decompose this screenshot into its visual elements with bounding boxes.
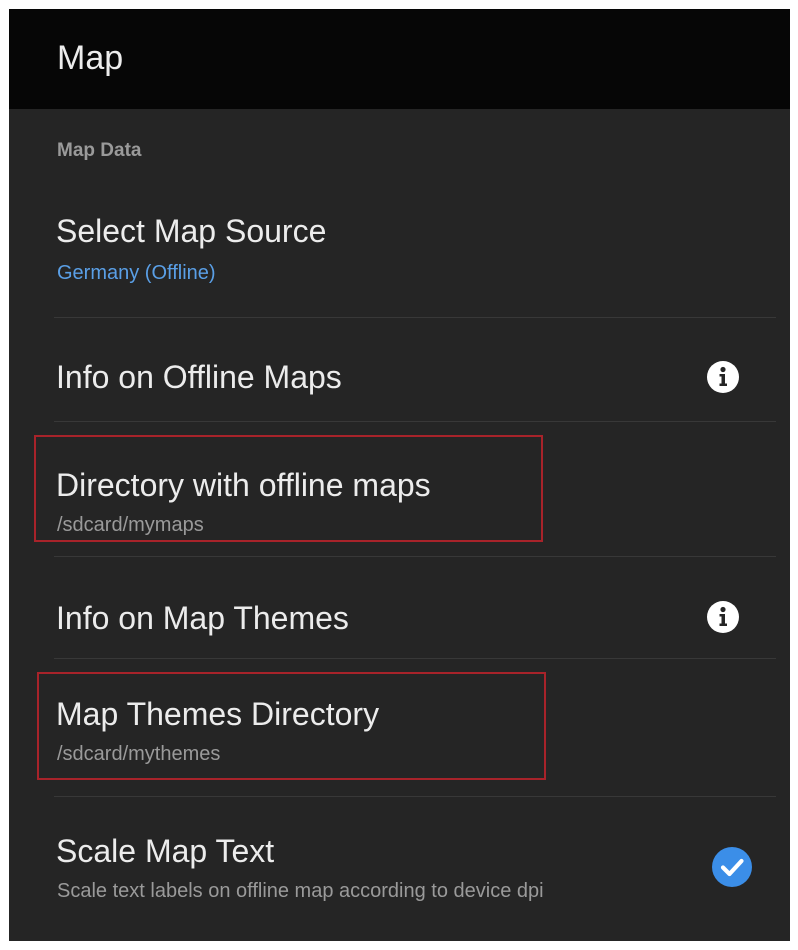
settings-screen: Map Map Data Select Map Source Germany (…: [9, 9, 790, 941]
preference-summary: Scale text labels on offline map accordi…: [57, 880, 544, 902]
select-map-source-preference[interactable]: Select Map Source Germany (Offline): [9, 199, 790, 317]
preference-title: Directory with offline maps: [56, 467, 431, 503]
scale-map-text-preference[interactable]: Scale Map Text Scale text labels on offl…: [9, 797, 790, 941]
preference-title: Select Map Source: [56, 213, 327, 249]
page-title: Map: [57, 39, 124, 77]
offline-maps-directory-preference[interactable]: Directory with offline maps /sdcard/myma…: [9, 422, 790, 556]
map-themes-directory-preference[interactable]: Map Themes Directory /sdcard/mythemes: [9, 659, 790, 796]
check-circle-icon[interactable]: [712, 847, 752, 887]
section-header: Map Data: [57, 140, 142, 161]
info-map-themes-preference[interactable]: Info on Map Themes: [9, 557, 790, 658]
info-offline-maps-preference[interactable]: Info on Offline Maps: [9, 318, 790, 421]
info-icon[interactable]: [707, 601, 739, 633]
preference-title: Scale Map Text: [56, 833, 275, 869]
app-bar: Map: [9, 9, 790, 109]
preference-summary: Germany (Offline): [57, 262, 216, 284]
preference-summary: /sdcard/mythemes: [57, 743, 221, 765]
info-icon[interactable]: [707, 361, 739, 393]
preference-title: Info on Map Themes: [56, 600, 349, 636]
preference-summary: /sdcard/mymaps: [57, 514, 204, 536]
preference-title: Info on Offline Maps: [56, 359, 342, 395]
preference-title: Map Themes Directory: [56, 696, 380, 732]
